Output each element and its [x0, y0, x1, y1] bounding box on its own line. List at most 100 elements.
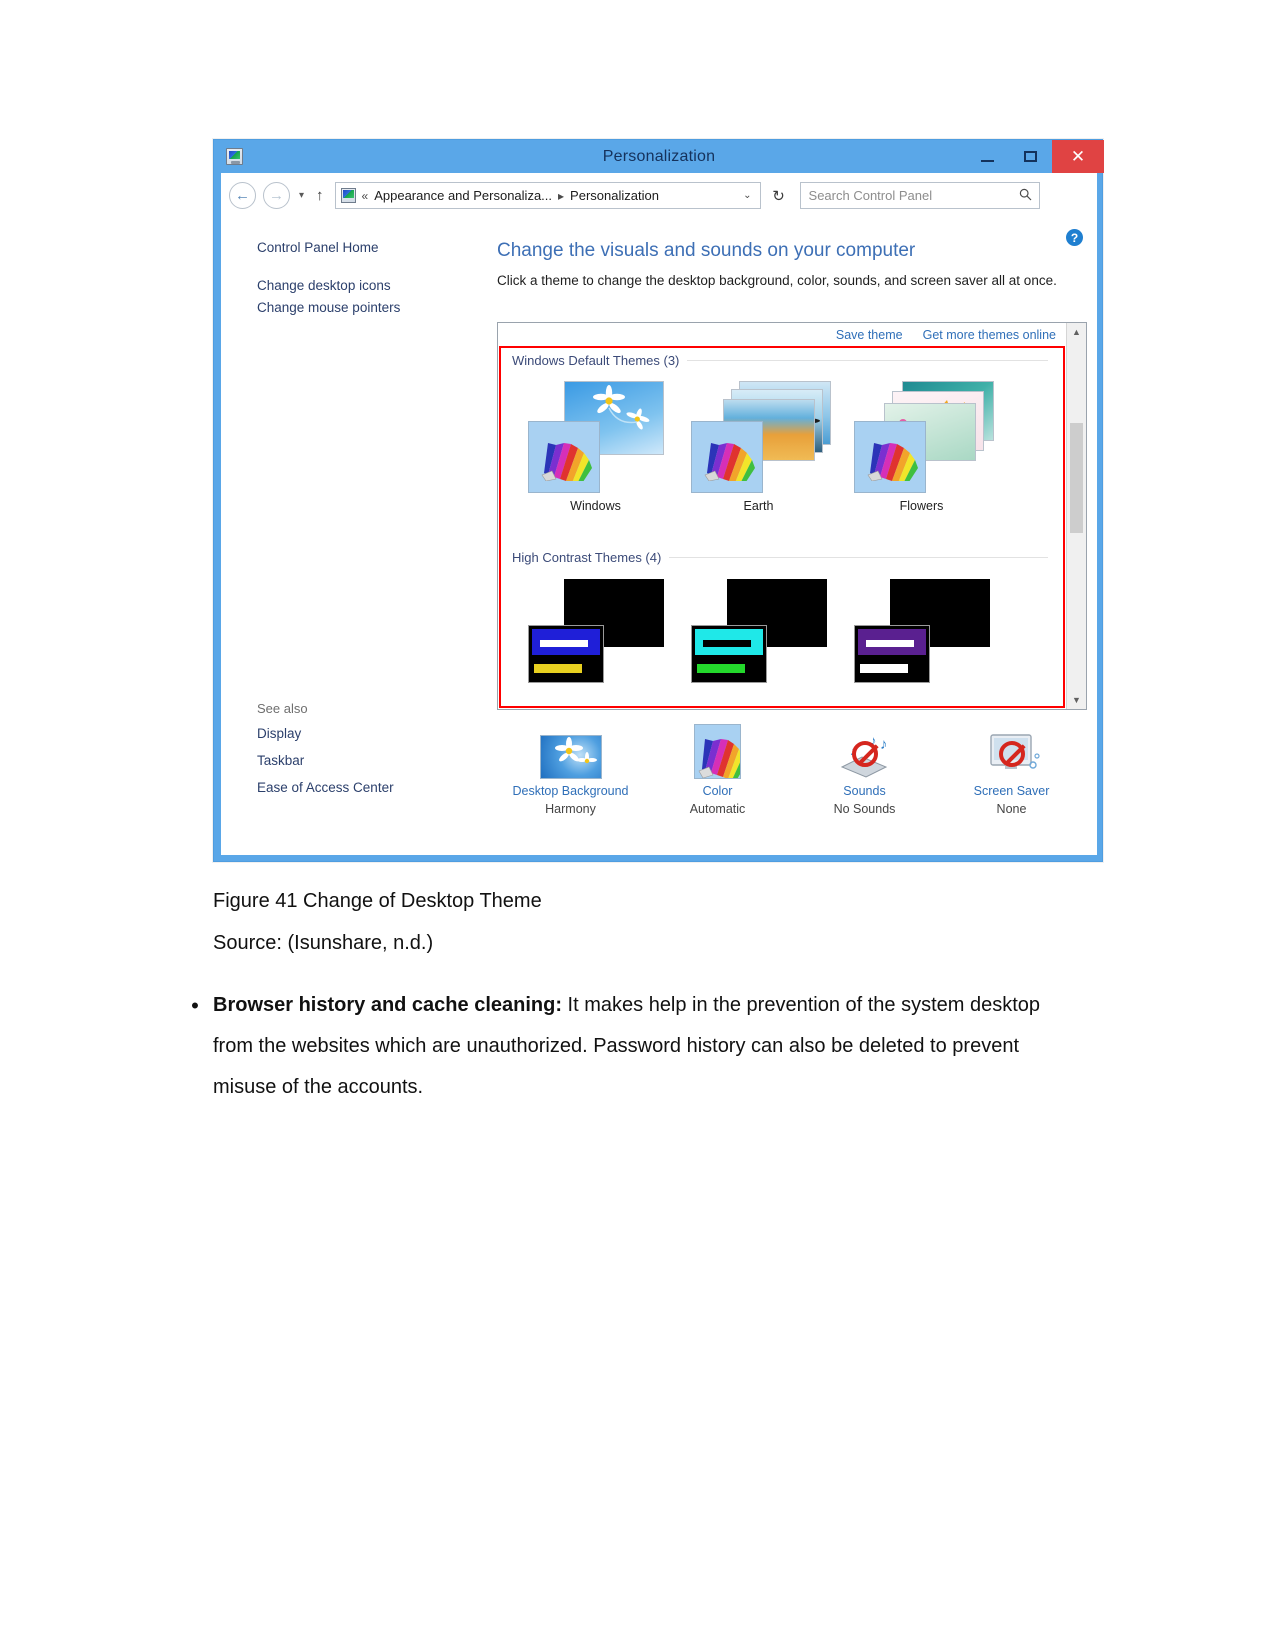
screensaver-thumbnail	[981, 729, 1043, 779]
document-page: Personalization ✕ ← → ▾ ↑ « Appearance a…	[0, 0, 1275, 1651]
hc-titlebar	[695, 629, 763, 655]
scroll-down-icon[interactable]: ▼	[1067, 691, 1086, 709]
window-content: ? Control Panel Home Change desktop icon…	[221, 218, 1097, 855]
page-title: Change the visuals and sounds on your co…	[497, 240, 916, 261]
section-rule-1	[668, 360, 1048, 361]
hc-accent-bar	[697, 664, 745, 673]
maximize-button[interactable]	[1009, 140, 1052, 173]
shortcut-label: Sounds	[843, 784, 886, 798]
breadcrumb-separator-icon: ▸	[558, 188, 565, 203]
sounds-disabled-icon: ♪ ♪ ♪	[791, 723, 938, 779]
recent-locations-icon[interactable]: ▾	[299, 190, 304, 201]
see-also-display[interactable]: Display	[257, 726, 472, 741]
section-rule-2	[668, 557, 1048, 558]
color-fan-icon	[698, 739, 746, 781]
get-more-themes-link[interactable]: Get more themes online	[923, 328, 1056, 342]
hc-window-preview	[691, 625, 767, 683]
shortcut-value: Automatic	[689, 802, 746, 816]
shortcut-value: Harmony	[545, 802, 596, 816]
breadcrumb-root[interactable]: «	[362, 189, 369, 203]
see-also-ease-of-access-center[interactable]: Ease of Access Center	[257, 780, 472, 795]
hc-window-preview	[528, 625, 604, 683]
shortcut-value: None	[996, 802, 1027, 816]
search-input[interactable]: Search Control Panel	[799, 182, 1040, 209]
prohibited-icon	[998, 741, 1025, 767]
minimize-icon	[981, 159, 994, 162]
bullet-list-item: • Browser history and cache cleaning: It…	[177, 985, 1077, 1108]
shortcut-label: Screen Saver	[973, 784, 1050, 798]
breadcrumb-appearance[interactable]: Appearance and Personaliza...	[374, 188, 552, 203]
color-fan-icon	[704, 443, 755, 481]
chevron-down-icon[interactable]: ⌄	[743, 190, 751, 201]
bullet-marker: •	[191, 993, 199, 1018]
back-button[interactable]: ←	[229, 182, 256, 209]
theme-thumbnail-earth	[691, 381, 831, 497]
forward-button[interactable]: →	[263, 182, 290, 209]
hc-titlebar	[858, 629, 926, 655]
hc-thumbnail-2	[691, 579, 831, 689]
hc-title-text	[703, 640, 751, 647]
nav-change-desktop-icons[interactable]: Change desktop icons	[257, 278, 472, 293]
theme-thumbnail-flowers	[854, 381, 994, 497]
search-placeholder: Search Control Panel	[808, 188, 933, 203]
shortcut-desktop-background[interactable]: Desktop Background Harmony	[497, 723, 644, 816]
shortcut-label: Color	[702, 784, 733, 798]
address-bar-icon	[340, 188, 356, 203]
theme-label-flowers: Flowers	[899, 499, 944, 513]
hc-accent-bar	[534, 664, 582, 673]
theme-palette-icon	[854, 421, 926, 493]
scrollbar-thumb[interactable]	[1070, 423, 1083, 533]
hc-title-text	[540, 640, 588, 647]
scroll-up-icon[interactable]: ▲	[1067, 323, 1086, 341]
nav-control-panel-home[interactable]: Control Panel Home	[257, 240, 472, 255]
search-glyph	[1019, 188, 1031, 200]
theme-thumbnail-windows	[528, 381, 664, 497]
minimize-button[interactable]	[966, 140, 1009, 173]
themes-scrollbar[interactable]: ▲ ▼	[1066, 323, 1086, 709]
hc-accent-bar	[860, 664, 908, 673]
address-toolbar: ← → ▾ ↑ « Appearance and Personaliza... …	[221, 173, 1097, 218]
theme-palette-icon	[528, 421, 600, 493]
shortcut-sounds[interactable]: ♪ ♪ ♪ Sounds No Sounds	[791, 723, 938, 816]
up-one-level-button[interactable]: ↑	[316, 187, 324, 204]
themes-listbox[interactable]: Save theme Get more themes online ▲ ▼ Wi…	[497, 322, 1087, 710]
hc-titlebar	[532, 629, 600, 655]
address-input[interactable]: « Appearance and Personaliza... ▸ Person…	[334, 182, 761, 209]
save-theme-link[interactable]: Save theme	[836, 328, 903, 342]
section-title-windows-default: Windows Default Themes (3)	[512, 353, 688, 368]
wallpaper-thumbnail	[539, 735, 602, 779]
breadcrumb-personalization[interactable]: Personalization	[570, 188, 659, 203]
shortcut-color[interactable]: Color Automatic	[644, 723, 791, 816]
main-header-block: Change the visuals and sounds on your co…	[497, 240, 1087, 298]
sounds-thumbnail: ♪ ♪ ♪	[834, 729, 896, 779]
color-palette-icon	[644, 723, 791, 781]
refresh-icon[interactable]: ↻	[768, 187, 790, 205]
hc-window-preview	[854, 625, 930, 683]
section-title-high-contrast: High Contrast Themes (4)	[512, 550, 670, 565]
screensaver-disabled-icon	[938, 723, 1085, 779]
close-button[interactable]: ✕	[1052, 140, 1104, 173]
shortcut-screen-saver[interactable]: Screen Saver None	[938, 723, 1085, 816]
color-fan-icon	[867, 443, 918, 481]
bullet-lead-label: Browser history and cache cleaning:	[213, 994, 562, 1016]
page-description: Click a theme to change the desktop back…	[497, 273, 1057, 288]
bullet-body: Browser history and cache cleaning: It m…	[213, 985, 1077, 1108]
personalization-window-screenshot: Personalization ✕ ← → ▾ ↑ « Appearance a…	[213, 139, 1104, 862]
search-icon	[1019, 188, 1032, 204]
hc-thumbnail-1	[528, 579, 668, 689]
window-titlebar: Personalization ✕	[214, 140, 1104, 173]
shortcut-label: Desktop Background	[512, 784, 629, 798]
source-caption: Source: (Isunshare, n.d.)	[213, 932, 434, 954]
see-also-heading: See also	[257, 701, 308, 716]
svg-text:♪: ♪	[880, 736, 888, 753]
theme-label-earth: Earth	[743, 499, 774, 513]
left-navigation: Control Panel Home Change desktop icons …	[257, 240, 472, 322]
personalization-shortcuts: Desktop Background Harmony Color Automat…	[497, 723, 1087, 816]
nav-change-mouse-pointers[interactable]: Change mouse pointers	[257, 300, 472, 315]
color-fan-icon	[541, 443, 592, 481]
figure-caption: Figure 41 Change of Desktop Theme	[213, 890, 542, 912]
see-also-taskbar[interactable]: Taskbar	[257, 753, 472, 768]
theme-palette-icon	[691, 421, 763, 493]
hc-title-text	[866, 640, 914, 647]
